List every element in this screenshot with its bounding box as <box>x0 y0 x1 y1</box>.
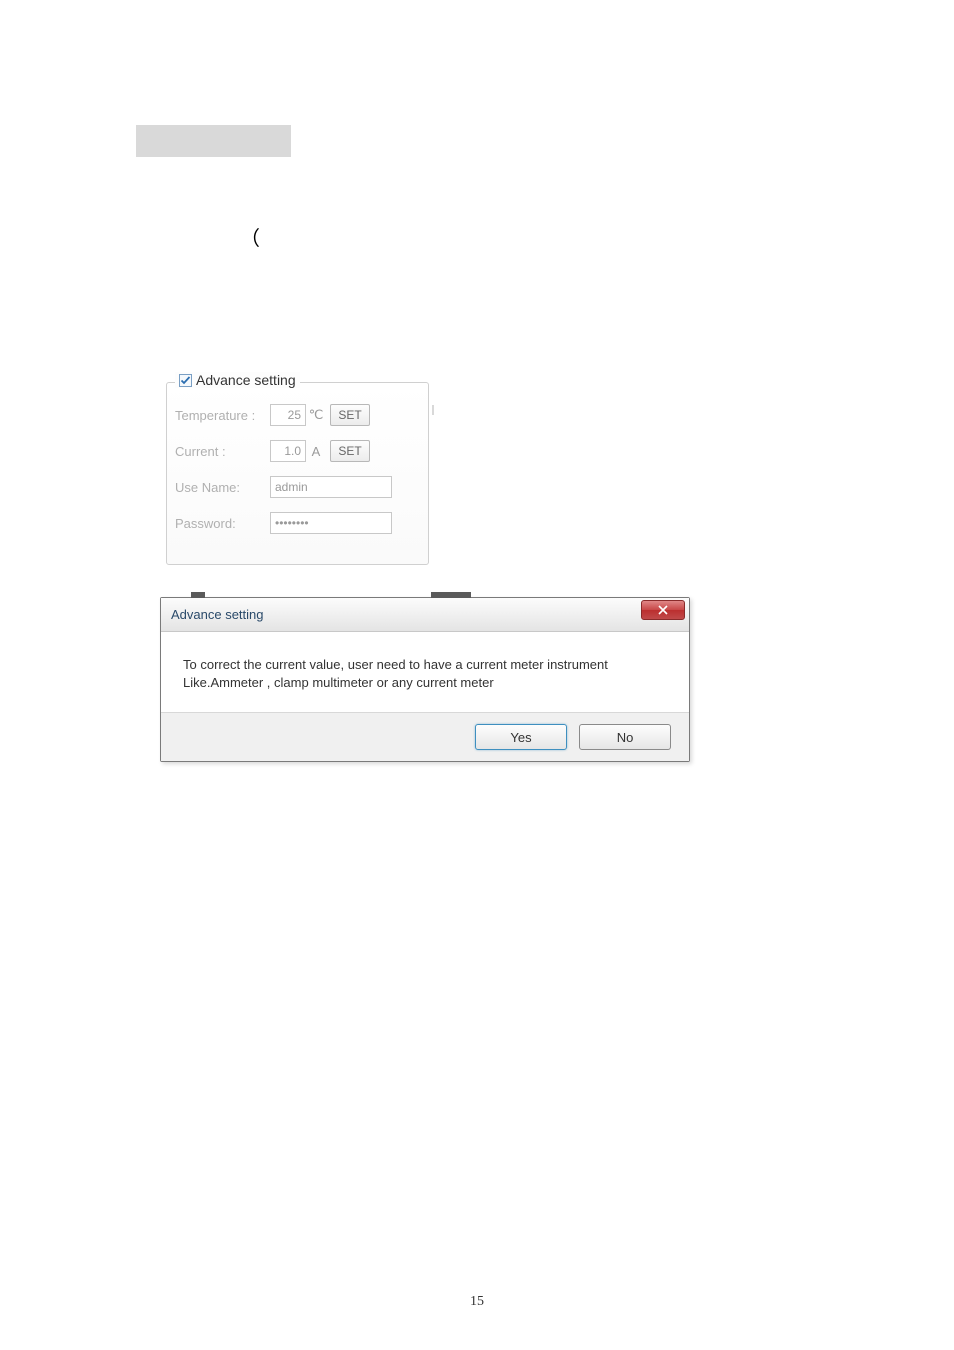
password-label: Password: <box>175 516 270 531</box>
temperature-set-button[interactable]: SET <box>330 404 370 426</box>
close-button[interactable] <box>641 600 685 620</box>
panel-edge-mark <box>432 405 434 415</box>
password-input[interactable] <box>270 512 392 534</box>
stray-paren: （ <box>240 222 260 251</box>
dialog-body-line1: To correct the current value, user need … <box>183 656 667 674</box>
yes-button[interactable]: Yes <box>475 724 567 750</box>
password-row: Password: <box>167 505 428 541</box>
page-number: 15 <box>0 1294 954 1310</box>
dialog-titlebar: Advance setting <box>161 598 689 632</box>
panel-body: Temperature : ℃ SET Current : A SET Use … <box>167 383 428 541</box>
current-label: Current : <box>175 444 270 459</box>
dialog-footer: Yes No <box>161 713 689 761</box>
current-row: Current : A SET <box>167 433 428 469</box>
username-row: Use Name: <box>167 469 428 505</box>
temperature-row: Temperature : ℃ SET <box>167 397 428 433</box>
advance-setting-panel: Advance setting Temperature : ℃ SET Curr… <box>166 382 429 565</box>
no-button[interactable]: No <box>579 724 671 750</box>
current-set-button[interactable]: SET <box>330 440 370 462</box>
advance-setting-checkbox[interactable] <box>179 374 192 387</box>
highlight-bar <box>136 125 291 157</box>
panel-legend: Advance setting <box>175 372 300 388</box>
temperature-unit: ℃ <box>306 407 326 423</box>
temperature-input[interactable] <box>270 404 306 426</box>
dialog-body-line2: Like.Ammeter , clamp multimeter or any c… <box>183 674 667 692</box>
current-unit: A <box>306 444 326 459</box>
temperature-label: Temperature : <box>175 408 270 423</box>
panel-legend-text: Advance setting <box>196 372 296 388</box>
dialog-body: To correct the current value, user need … <box>161 632 689 713</box>
current-input[interactable] <box>270 440 306 462</box>
username-input[interactable] <box>270 476 392 498</box>
username-label: Use Name: <box>175 480 270 495</box>
advance-setting-dialog: Advance setting To correct the current v… <box>160 597 690 762</box>
dialog-title-text: Advance setting <box>171 607 264 622</box>
close-icon <box>657 605 669 615</box>
